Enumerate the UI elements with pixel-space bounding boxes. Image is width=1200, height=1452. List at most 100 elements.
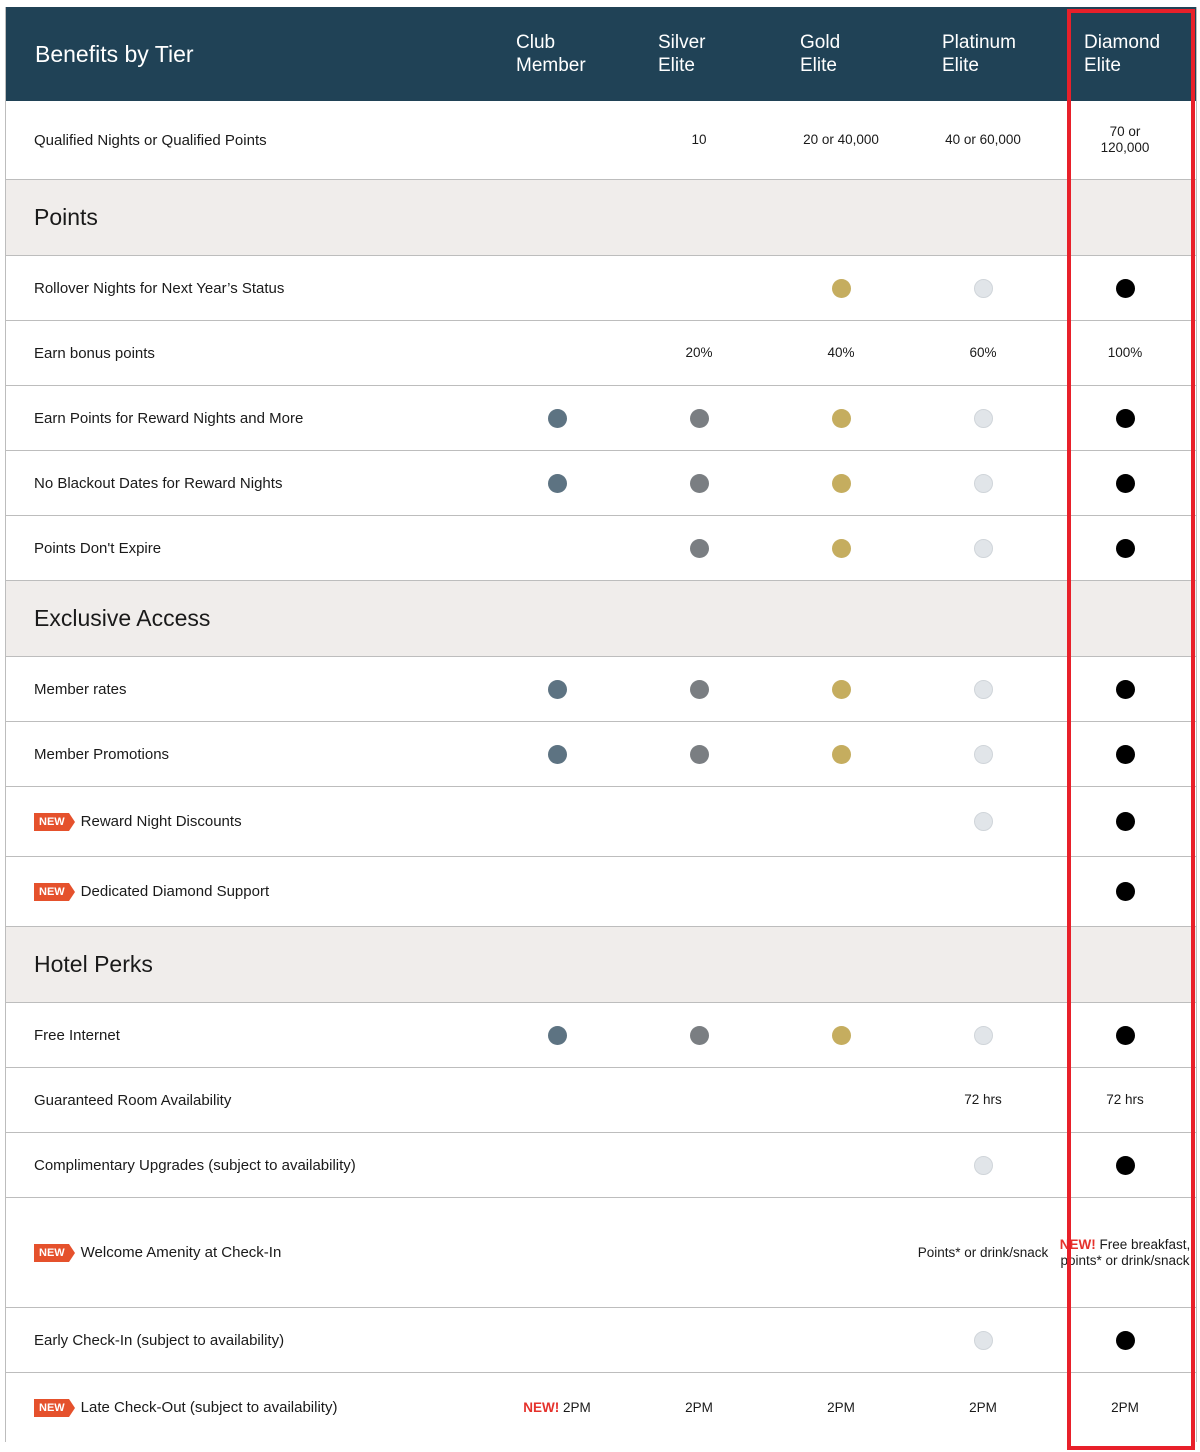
tier-cell-platinum: Points* or drink/snack [912,1245,1054,1261]
tier-name-line2: Elite [800,55,837,76]
check-dot-icon [973,1155,993,1175]
tier-cell-club: NEW! 2PM [486,1400,628,1416]
tier-cell-silver: 2PM [628,1400,770,1416]
cell-text: NEW! 2PM [523,1399,591,1415]
benefit-label: Complimentary Upgrades (subject to avail… [6,1157,486,1174]
tier-cell-diamond: 100% [1054,345,1196,361]
tier-cell-silver [628,538,770,558]
cell-text: 10 [691,132,707,147]
check-dot-icon [547,744,567,764]
section-header: Hotel Perks [6,926,1196,1002]
tier-cell-gold [770,278,912,298]
tier-cell-diamond [1054,744,1196,764]
tier-cell-gold: 2PM [770,1400,912,1416]
tier-name-line1: Gold [800,32,841,53]
tier-header-diamond: Diamond Elite [1054,31,1196,77]
table-title: Benefits by Tier [35,40,194,67]
check-dot-icon [1115,473,1135,493]
benefit-label: NEW Reward Night Discounts [6,812,486,831]
cell-text: 2PM [685,1399,713,1415]
tier-name-line2: Elite [1084,55,1121,76]
table-row: Member Promotions [6,721,1196,786]
table-row: Member rates [6,656,1196,721]
check-dot-icon [831,1025,851,1045]
check-dot-icon [973,744,993,764]
benefit-label: Member Promotions [6,746,486,763]
benefit-name: Welcome Amenity at Check-In [80,1244,282,1261]
check-dot-icon [1115,679,1135,699]
benefit-name: Member rates [34,680,127,698]
tier-cell-gold [770,408,912,428]
cell-text: 40 or 60,000 [945,132,1021,147]
cell-text: 2PM [1111,1399,1139,1415]
table-row: Early Check-In (subject to availability) [6,1307,1196,1372]
check-dot-icon [1115,278,1135,298]
new-badge: NEW [34,1243,75,1262]
tier-name-line1: Silver [658,32,706,53]
tier-cell-gold [770,744,912,764]
table-row: NEW Reward Night Discounts [6,786,1196,856]
benefit-name: Earn Points for Reward Nights and More [34,409,304,427]
benefit-label: Points Don't Expire [6,540,486,557]
benefit-name: Free Internet [34,1026,120,1044]
tier-cell-platinum [912,744,1054,764]
cell-text: 2PM [969,1399,997,1415]
tier-name-line2: Elite [942,55,979,76]
benefit-name: Dedicated Diamond Support [80,883,270,900]
table-row: Qualified Nights or Qualified Points 10 20… [6,101,1196,179]
tier-cell-diamond [1054,1155,1196,1175]
tier-cell-diamond [1054,882,1196,901]
check-dot-icon [689,473,709,493]
tier-cell-platinum: 40 or 60,000 [912,132,1054,148]
check-dot-icon [1115,744,1135,764]
check-dot-icon [1115,1155,1135,1175]
check-dot-icon [831,473,851,493]
tier-name-line1: Platinum [942,32,1016,53]
check-dot-icon [689,1025,709,1045]
table-row: Complimentary Upgrades (subject to avail… [6,1132,1196,1197]
benefit-label: NEW Late Check-Out (subject to availabili… [6,1398,486,1417]
benefit-name: Earn bonus points [34,344,155,362]
check-dot-icon [831,408,851,428]
benefit-name: Guaranteed Room Availability [34,1091,232,1109]
check-dot-icon [973,1330,993,1350]
benefit-label: Free Internet [6,1027,486,1044]
new-badge: NEW [34,882,75,901]
cell-text: 60% [969,345,997,360]
tier-cell-gold [770,679,912,699]
benefit-label: Qualified Nights or Qualified Points [6,132,486,149]
tier-cell-gold [770,538,912,558]
check-dot-icon [831,538,851,558]
benefit-label: NEW Dedicated Diamond Support [6,882,486,901]
table-row: Points Don't Expire [6,515,1196,580]
tier-cell-gold: 40% [770,345,912,361]
cell-text: Points* or drink/snack [917,1244,1049,1260]
cell-text: 20 or 40,000 [803,132,879,147]
table-header: Benefits by Tier Club Member Silver Elite … [6,7,1196,101]
cell-text: 72 hrs [964,1092,1002,1107]
tier-cell-club [486,1025,628,1045]
tier-cell-club [486,408,628,428]
check-dot-icon [973,679,993,699]
tier-cell-diamond [1054,1025,1196,1045]
tier-cell-gold [770,1025,912,1045]
tier-cell-silver [628,473,770,493]
benefit-label: Guaranteed Room Availability [6,1092,486,1109]
table-row: Earn Points for Reward Nights and More [6,385,1196,450]
check-dot-icon [831,679,851,699]
table-row: NEW Late Check-Out (subject to availabili… [6,1372,1196,1442]
benefit-name: No Blackout Dates for Reward Nights [34,474,283,492]
tier-cell-diamond: 72 hrs [1054,1092,1196,1108]
check-dot-icon [973,408,993,428]
benefit-label: No Blackout Dates for Reward Nights [6,475,486,492]
tier-cell-diamond [1054,679,1196,699]
tier-cell-gold [770,473,912,493]
tier-name-line1: Club [516,32,556,53]
check-dot-icon [973,538,993,558]
check-dot-icon [831,744,851,764]
tier-cell-silver [628,679,770,699]
cell-text: 70 or 120,000 [1100,124,1150,155]
cell-text: 100% [1107,345,1143,360]
tier-cell-diamond [1054,538,1196,558]
section-header: Points [6,179,1196,255]
